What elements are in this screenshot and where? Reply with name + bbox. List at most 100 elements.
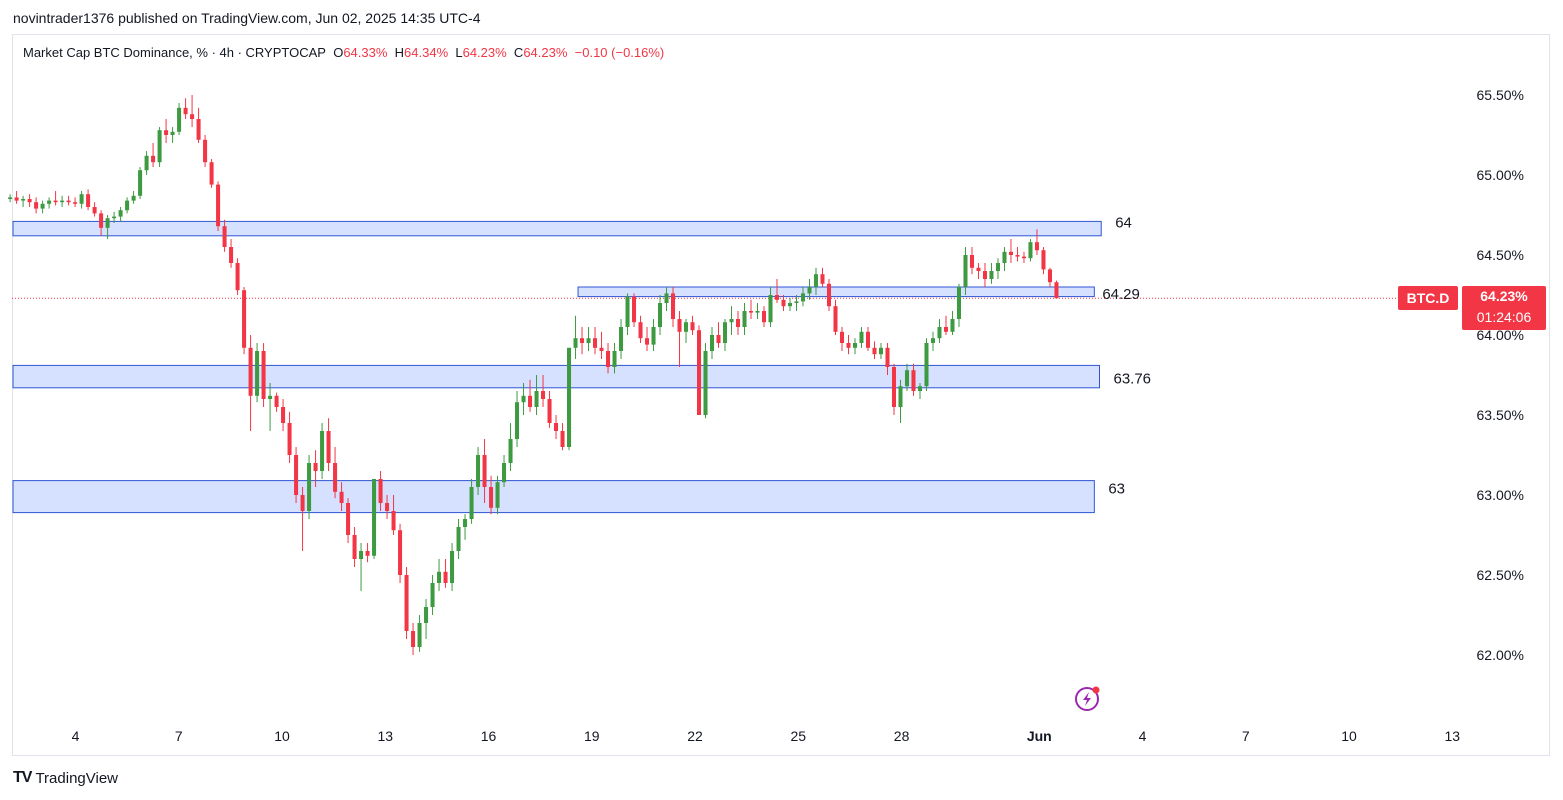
candle-body xyxy=(151,155,156,163)
candle xyxy=(547,391,552,428)
candle xyxy=(411,623,416,655)
y-tick-label: 62.50% xyxy=(1477,567,1524,583)
candle xyxy=(924,338,929,391)
candle-body xyxy=(924,343,929,387)
candle-body xyxy=(722,322,728,343)
candle-body xyxy=(398,530,403,575)
candle-body xyxy=(820,274,825,284)
candle xyxy=(73,197,78,207)
candle-body xyxy=(735,319,741,327)
candle-body xyxy=(144,155,149,171)
candle xyxy=(151,143,156,167)
candle-body xyxy=(742,311,747,327)
candle-body xyxy=(619,327,624,351)
candle xyxy=(878,343,884,359)
candle xyxy=(170,127,175,143)
zone-box-1 xyxy=(577,286,1095,298)
candle-body xyxy=(904,370,910,387)
zone-box-0 xyxy=(12,220,1102,237)
candle-body xyxy=(541,391,546,399)
bar-countdown: 01:24:06 xyxy=(1476,309,1532,325)
candle-body xyxy=(222,226,227,247)
candle-body xyxy=(79,194,84,204)
candle xyxy=(66,195,71,206)
candle xyxy=(372,479,377,559)
candle-body xyxy=(287,423,292,455)
candle-body xyxy=(463,519,468,527)
candle-body xyxy=(489,487,494,508)
candle xyxy=(716,322,721,348)
candle-body xyxy=(586,338,591,343)
candle xyxy=(787,298,793,311)
candle-body xyxy=(937,327,942,339)
candle-body xyxy=(1054,282,1059,299)
candle-body xyxy=(800,293,806,302)
candle-body xyxy=(261,351,266,399)
candle xyxy=(177,103,182,135)
candle-body xyxy=(911,370,916,391)
candle xyxy=(456,519,461,559)
candle-body xyxy=(885,347,890,367)
tradingview-logo-icon: TV xyxy=(13,769,32,786)
candle-body xyxy=(40,203,45,209)
price-chart[interactable]: 6464.2963.7663 65.50%65.00%64.50%64.00%6… xyxy=(0,0,1563,800)
candle-body xyxy=(963,255,968,287)
candle xyxy=(261,343,266,407)
candle xyxy=(989,263,994,284)
candle-body xyxy=(989,271,994,279)
candle xyxy=(34,197,39,214)
candle-body xyxy=(73,202,78,204)
candle-body xyxy=(157,130,162,163)
candle-body xyxy=(930,338,936,343)
candle xyxy=(164,119,169,143)
candle-body xyxy=(534,391,539,407)
candle-body xyxy=(684,322,689,332)
candle-body xyxy=(859,331,864,343)
candle-body xyxy=(326,431,331,463)
candle xyxy=(216,181,221,231)
candle xyxy=(248,335,253,431)
candle xyxy=(839,327,845,351)
candle xyxy=(27,194,32,207)
candle xyxy=(898,379,903,423)
candle-body xyxy=(300,495,305,511)
candle xyxy=(196,107,201,143)
candle xyxy=(424,599,429,639)
candle-body xyxy=(235,263,240,291)
zone-label-0: 64 xyxy=(1115,215,1132,232)
candle-body xyxy=(60,200,65,203)
candle-body xyxy=(359,551,364,559)
zone-layer: 64 64.29 63.76 63 xyxy=(12,215,1151,514)
candle-body xyxy=(995,263,1000,271)
candle-body xyxy=(781,299,786,307)
tradingview-brand[interactable]: TV TradingView xyxy=(13,769,118,787)
candle-body xyxy=(99,213,104,228)
candle xyxy=(638,315,643,343)
x-tick-label: 4 xyxy=(1139,728,1147,744)
candle xyxy=(294,447,299,503)
candle xyxy=(586,327,591,351)
candle xyxy=(735,311,741,335)
candle xyxy=(203,135,208,167)
candle-body xyxy=(242,290,247,348)
candle xyxy=(1041,247,1046,275)
candle-body xyxy=(1008,251,1013,255)
candle xyxy=(781,295,786,311)
candle xyxy=(352,527,357,567)
candle xyxy=(651,319,656,351)
candle-body xyxy=(826,283,832,307)
candle xyxy=(365,543,370,563)
lightning-alert-icon[interactable] xyxy=(1075,686,1100,711)
candle xyxy=(398,523,403,583)
candle-body xyxy=(105,218,110,228)
candle xyxy=(287,411,292,463)
candle xyxy=(1008,239,1013,263)
candle-body xyxy=(274,395,279,407)
x-tick-label: 22 xyxy=(687,728,703,744)
candle-body xyxy=(515,402,520,439)
candle xyxy=(1028,239,1033,262)
brand-name: TradingView xyxy=(35,769,118,787)
candle-body xyxy=(774,295,780,300)
candle xyxy=(573,315,578,359)
candle-body xyxy=(495,482,500,508)
